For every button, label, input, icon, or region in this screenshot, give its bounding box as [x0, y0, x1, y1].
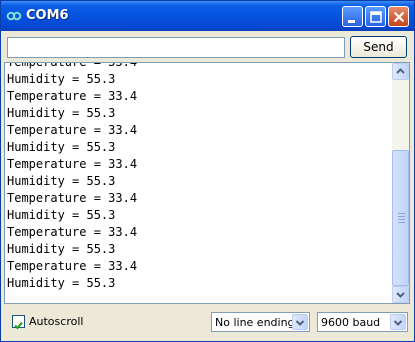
output-line: Humidity = 55.3 — [7, 72, 116, 86]
maximize-icon — [370, 11, 382, 23]
maximize-button[interactable] — [365, 6, 386, 27]
line-ending-value: No line ending — [215, 316, 295, 329]
scroll-thumb[interactable] — [392, 150, 409, 286]
minimize-icon — [348, 20, 355, 23]
minimize-button[interactable] — [342, 6, 363, 27]
chevron-down-icon — [295, 320, 305, 326]
send-button[interactable]: Send — [350, 36, 407, 58]
scroll-down-button[interactable] — [392, 286, 409, 303]
chevron-down-icon — [393, 320, 403, 326]
close-icon — [393, 11, 405, 23]
vertical-scrollbar[interactable] — [392, 63, 409, 303]
autoscroll-checkbox[interactable] — [12, 315, 25, 330]
baud-rate-dropdown-button[interactable] — [390, 314, 406, 330]
baud-rate-value: 9600 baud — [321, 316, 381, 329]
output-line: Temperature = 33.4 — [7, 123, 138, 137]
output-lines: Temperature = 33.4 Humidity = 55.3 Tempera… — [7, 62, 138, 292]
output-line: Temperature = 33.4 — [7, 62, 138, 69]
output-line: Temperature = 33.4 — [7, 157, 138, 171]
serial-output[interactable]: Temperature = 33.4 Humidity = 55.3 Tempera… — [4, 62, 410, 304]
bottom-bar: Autoscroll No line ending 9600 baud — [1, 306, 414, 340]
output-line: Temperature = 33.4 — [7, 225, 138, 239]
chevron-down-icon — [396, 292, 405, 298]
line-ending-select[interactable]: No line ending — [211, 312, 310, 332]
output-line: Humidity = 55.3 — [7, 106, 116, 120]
checkmark-icon — [14, 321, 23, 330]
baud-rate-select[interactable]: 9600 baud — [317, 312, 408, 332]
output-line: Temperature = 33.4 — [7, 191, 138, 205]
window-title: COM6 — [26, 8, 69, 23]
output-line: Humidity = 55.3 — [7, 174, 116, 188]
title-bar[interactable]: COM6 — [1, 1, 414, 31]
output-line: Humidity = 55.3 — [7, 242, 116, 256]
output-line: Humidity = 55.3 — [7, 140, 116, 154]
scroll-up-button[interactable] — [392, 63, 409, 80]
output-line: Temperature = 33.4 — [7, 89, 138, 103]
arduino-logo-icon — [6, 11, 22, 21]
output-line: Temperature = 33.4 — [7, 259, 138, 273]
line-ending-dropdown-button[interactable] — [292, 314, 308, 330]
output-line: Humidity = 55.3 — [7, 276, 116, 290]
close-button[interactable] — [388, 6, 409, 27]
autoscroll-label: Autoscroll — [29, 315, 84, 328]
chevron-up-icon — [396, 68, 405, 74]
serial-monitor-window: COM6 Send Temperature = 33.4 Humidity = 5… — [0, 0, 415, 342]
serial-input[interactable] — [7, 37, 345, 58]
output-line: Humidity = 55.3 — [7, 208, 116, 222]
